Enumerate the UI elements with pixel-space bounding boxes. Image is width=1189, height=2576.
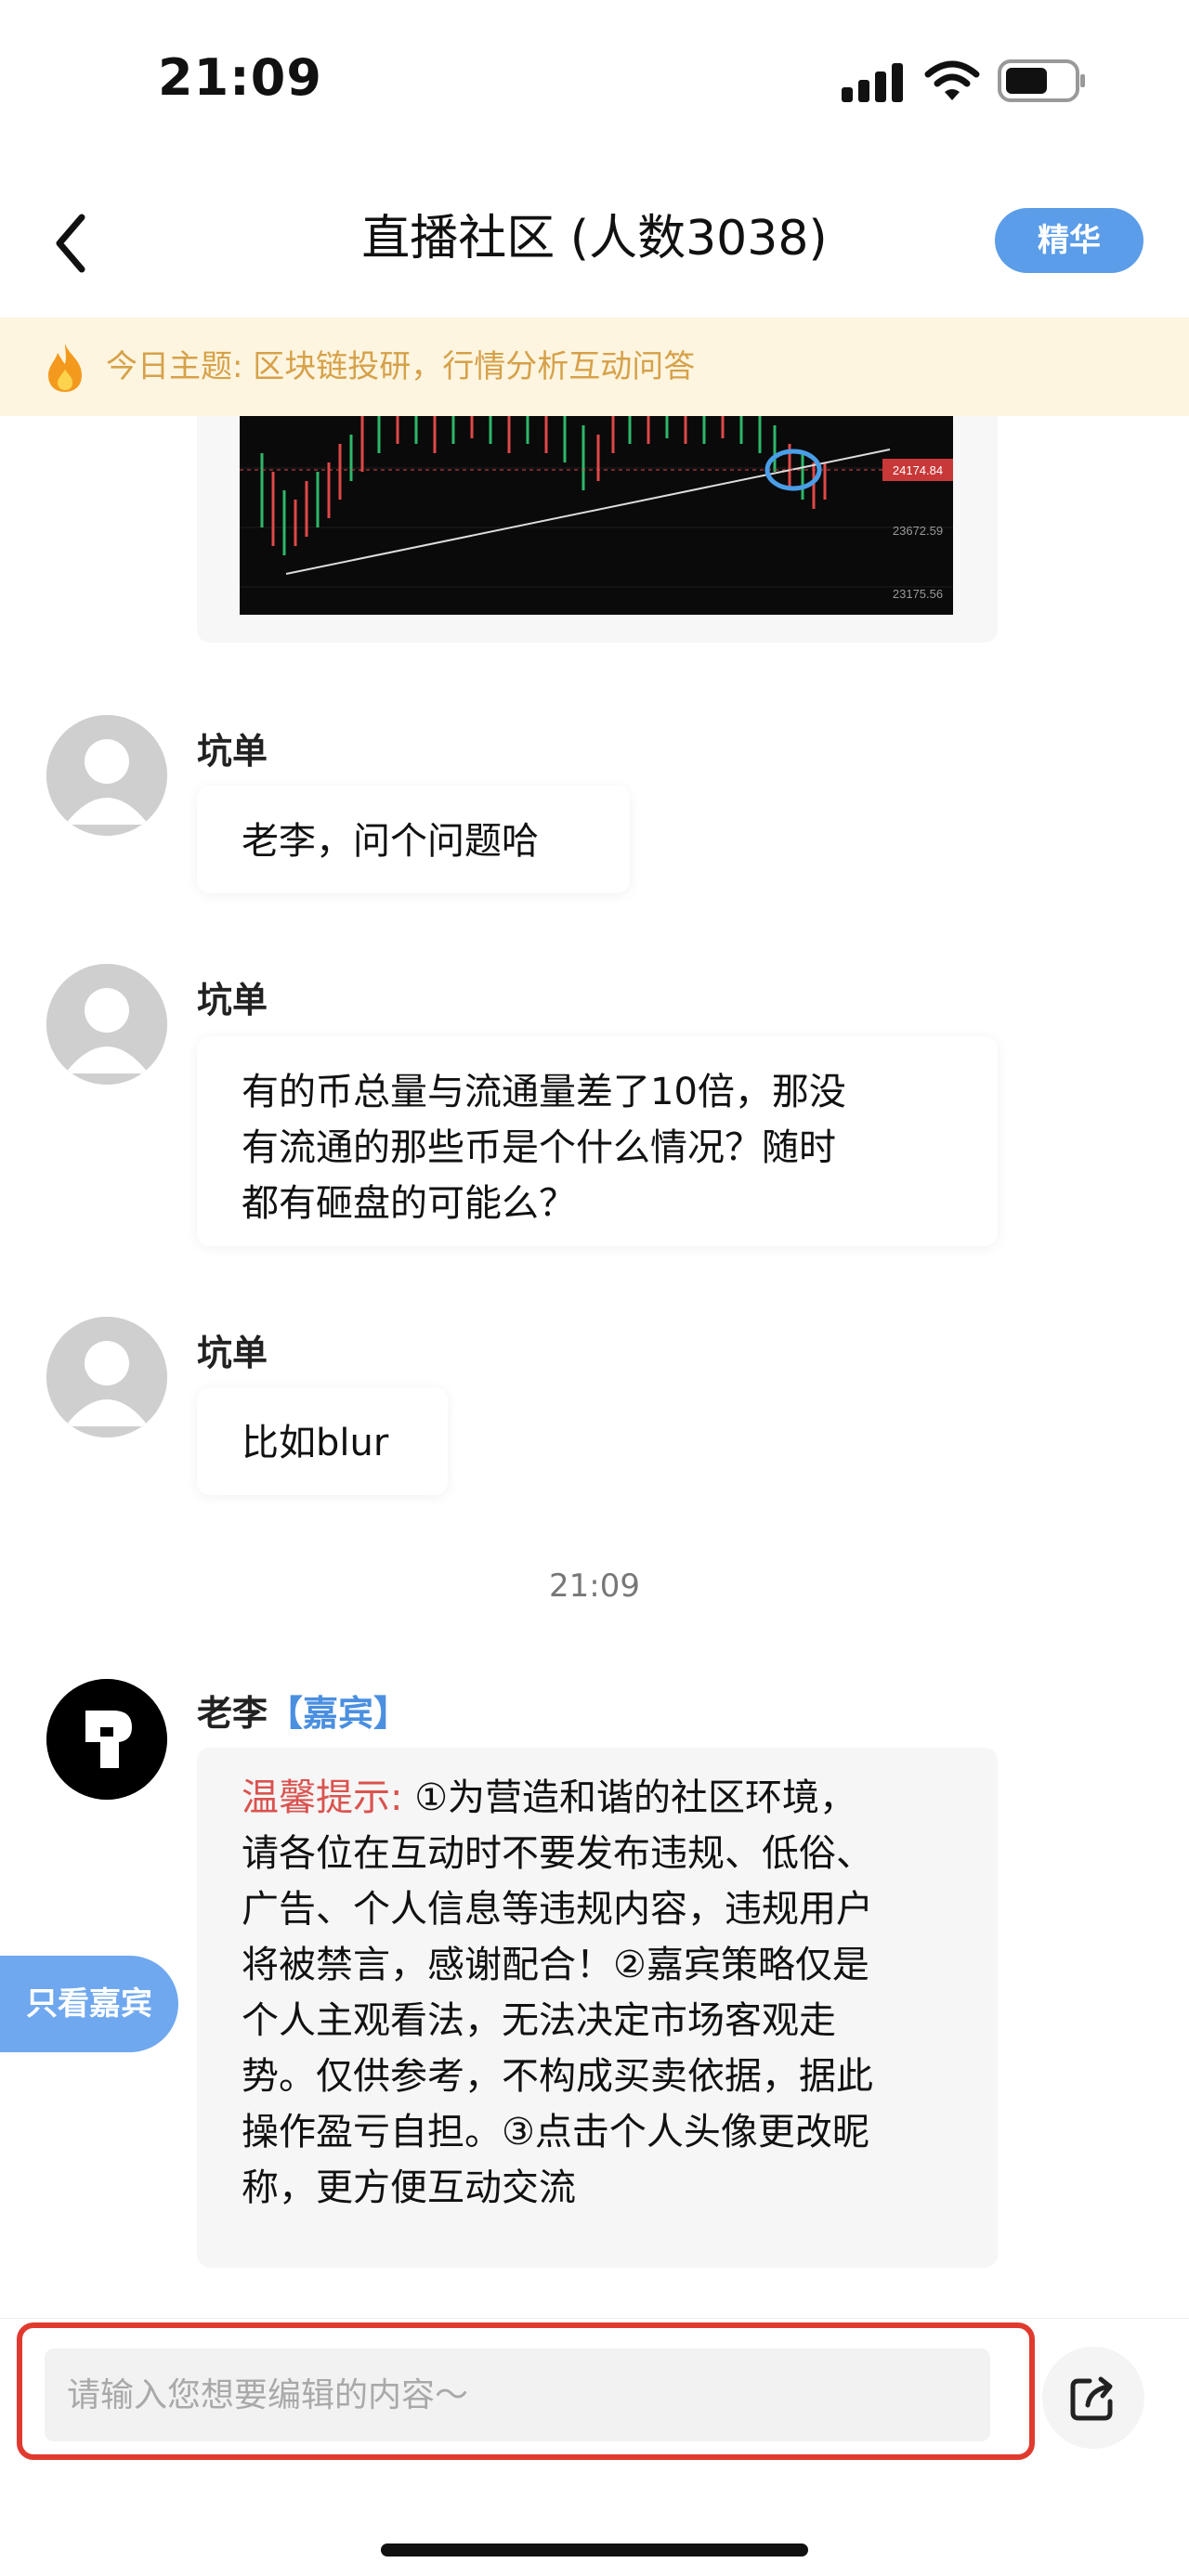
status-time: 21:09 <box>158 48 322 107</box>
avatar[interactable] <box>46 715 167 836</box>
wifi-icon <box>924 60 980 100</box>
brand-logo-icon <box>46 1679 167 1800</box>
message-bubble[interactable]: 有的币总量与流通量差了10倍，那没 有流通的那些币是个什么情况？随时 都有砸盘的… <box>197 1036 998 1246</box>
message-sender[interactable]: 坑单 <box>197 722 268 774</box>
notice-bubble[interactable]: 温馨提示: ①为营造和谐的社区环境， 请各位在互动时不要发布违规、低俗、 广告、… <box>197 1748 998 2268</box>
message-line: 个人主观看法，无法决定市场客观走 <box>242 1999 836 2042</box>
message-input[interactable] <box>45 2348 990 2441</box>
message-line: 有的币总量与流通量差了10倍，那没 <box>242 1071 846 1113</box>
notice-text: ①为营造和谐的社区环境， <box>402 1776 857 1819</box>
home-indicator <box>381 2543 808 2556</box>
avatar[interactable] <box>46 964 167 1085</box>
avatar[interactable] <box>46 1317 167 1438</box>
status-bar: 21:09 <box>0 0 1189 158</box>
topic-banner: 今日主题: 区块链投研，行情分析互动问答 <box>0 318 1189 416</box>
topic-text: 今日主题: 区块链投研，行情分析互动问答 <box>106 348 696 385</box>
signal-icon <box>842 63 903 102</box>
guest-tag: 【嘉宾】 <box>268 1693 410 1734</box>
chevron-left-icon[interactable] <box>45 206 97 280</box>
chart-price-label: 23175.56 <box>893 587 943 601</box>
chart-image[interactable]: 24174.84 23672.59 23175.56 <box>240 416 953 615</box>
message-sender[interactable]: 坑单 <box>197 1324 268 1375</box>
message-line: 称，更方便互动交流 <box>242 2166 576 2209</box>
input-bar <box>0 2318 1189 2576</box>
message-sender[interactable]: 坑单 <box>197 971 268 1022</box>
notice-label: 温馨提示: <box>242 1776 403 1819</box>
message-line: 都有砸盘的可能么？ <box>242 1182 576 1225</box>
sender-name: 老李 <box>197 1693 268 1734</box>
fire-icon <box>48 344 82 392</box>
message-line: 势。仅供参考，不构成买卖依据，据此 <box>242 2055 873 2098</box>
nav-header: 直播社区 (人数3038) 精华 <box>0 176 1189 316</box>
default-avatar-icon <box>46 964 167 1085</box>
image-message[interactable]: 24174.84 23672.59 23175.56 <box>197 416 998 643</box>
host-sender[interactable]: 老李【嘉宾】 <box>197 1685 409 1736</box>
default-avatar-icon <box>46 1317 167 1438</box>
share-icon <box>1070 2376 1113 2421</box>
chart-price-label: 23672.59 <box>893 524 943 538</box>
message-bubble[interactable]: 老李，问个问题哈 <box>197 786 630 893</box>
message-line: 将被禁言，感谢配合！②嘉宾策略仅是 <box>242 1944 869 1986</box>
message-line: 广告、个人信息等违规内容，违规用户 <box>242 1888 873 1931</box>
host-avatar[interactable] <box>46 1679 167 1800</box>
only-guest-button[interactable]: 只看嘉宾 <box>0 1956 178 2052</box>
default-avatar-icon <box>46 715 167 836</box>
time-separator: 21:09 <box>549 1568 640 1605</box>
chart-price-label: 24174.84 <box>893 463 943 477</box>
share-button[interactable] <box>1042 2347 1144 2449</box>
message-line: 温馨提示: ①为营造和谐的社区环境， <box>242 1770 953 1826</box>
battery-icon <box>998 59 1085 102</box>
chat-list[interactable]: 24174.84 23672.59 23175.56 坑单 老李，问个问题哈 坑… <box>0 416 1189 2320</box>
message-bubble[interactable]: 比如blur <box>197 1387 448 1495</box>
message-line: 请各位在互动时不要发布违规、低俗、 <box>242 1832 873 1875</box>
message-line: 有流通的那些币是个什么情况？随时 <box>242 1126 836 1169</box>
essence-button[interactable]: 精华 <box>995 208 1143 273</box>
message-line: 操作盈亏自担。③点击个人头像更改昵 <box>242 2111 869 2153</box>
